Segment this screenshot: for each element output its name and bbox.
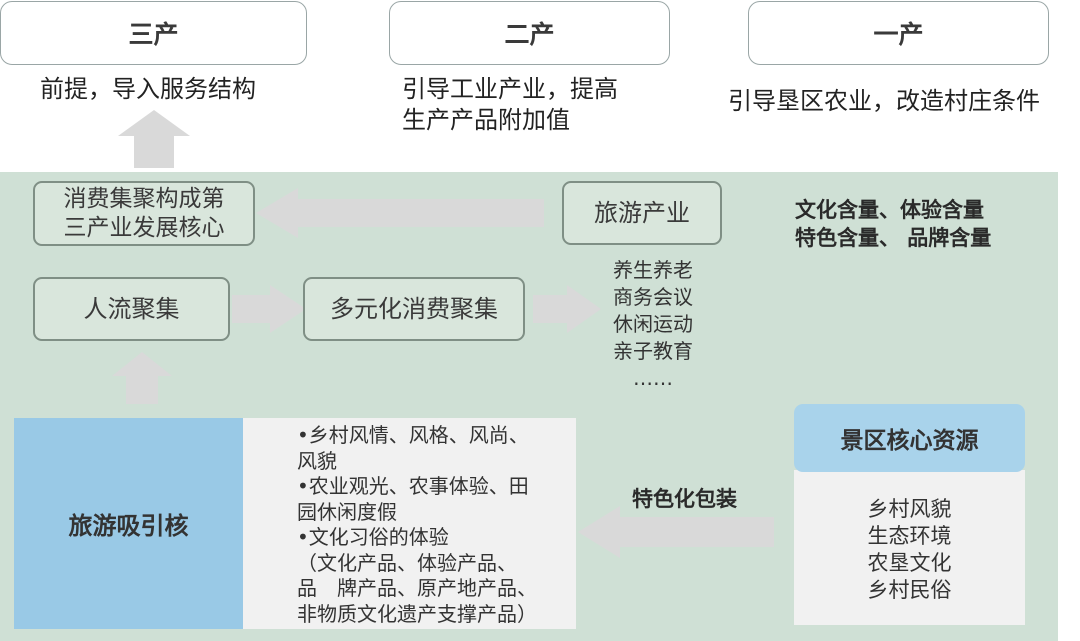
attraction-details-box: •乡村风情、风格、风尚、 风貌 •农业观光、农事体验、田 园休闲度假 •文化习俗… [243,418,576,629]
attraction-core-box: 旅游吸引核 [14,418,243,629]
primary-industry-box: 一产 [748,1,1049,65]
right-arrow-people-to-consumption [232,285,306,333]
diverse-consumption-label: 多元化消费聚集 [330,295,498,323]
tertiary-description: 前提，导入服务结构 [40,75,256,103]
content-note-line2: 特色含量、 品牌含量 [795,226,992,250]
attraction-detail-line: 非物质文化遗产支撑产品） [297,601,537,626]
people-flow-label: 人流聚集 [83,295,180,323]
consumption-core-line2: 三产业发展核心 [63,214,225,241]
attraction-core-title: 旅游吸引核 [68,512,189,540]
primary-description: 引导垦区农业，改造村庄条件 [728,87,1040,115]
content-note: 文化含量、体验含量 特色含量、 品牌含量 [795,196,991,252]
resource-item: 乡村民俗 [867,578,952,602]
activity-item: …… [633,366,673,390]
up-arrow-attraction-to-people [112,352,172,404]
consumption-core-box: 消费集聚构成第 三产业发展核心 [33,181,255,246]
resources-list-box: 乡村风貌 生态环境 农垦文化 乡村民俗 [794,470,1025,625]
diverse-consumption-box: 多元化消费聚集 [303,277,525,341]
activity-item: 亲子教育 [613,339,693,363]
secondary-industry-label: 二产 [504,20,555,49]
secondary-description-line1: 引导工业产业，提高 [402,75,618,103]
left-arrow-resources-to-attraction [578,506,774,558]
right-arrow-consumption-to-activities [533,285,601,333]
activities-list: 养生养老 商务会议 休闲运动 亲子教育 …… [600,257,706,392]
up-arrow-to-tertiary [118,110,190,168]
resource-item: 农垦文化 [867,551,952,575]
attraction-detail-line: 风貌 [297,448,337,473]
attraction-detail-line: •文化习俗的体验 [297,525,449,549]
activity-item: 养生养老 [613,258,693,282]
resource-item: 生态环境 [867,524,952,548]
core-resources-header: 景区核心资源 [794,404,1025,472]
secondary-industry-box: 二产 [389,1,670,65]
activity-item: 商务会议 [613,285,693,309]
attraction-detail-line: 品 牌产品、原产地产品、 [297,576,537,600]
attraction-detail-line: •乡村风情、风格、风尚、 [297,423,529,447]
content-note-line1: 文化含量、体验含量 [795,198,984,222]
consumption-core-line1: 消费集聚构成第 [63,185,225,212]
activity-item: 休闲运动 [613,312,693,336]
secondary-description: 引导工业产业，提高 生产产品附加值 [402,74,618,136]
left-arrow-tourism-to-core [256,188,544,238]
attraction-detail-line: •农业观光、农事体验、田 [297,474,529,498]
tourism-industry-label: 旅游产业 [594,199,690,227]
tertiary-industry-label: 三产 [128,20,179,49]
primary-industry-label: 一产 [873,20,924,49]
people-flow-box: 人流聚集 [33,277,230,341]
core-resources-title: 景区核心资源 [840,428,979,454]
tourism-industry-box: 旅游产业 [562,181,722,245]
secondary-description-line2: 生产产品附加值 [402,106,570,134]
tertiary-industry-box: 三产 [0,1,307,65]
resource-item: 乡村风貌 [867,497,952,521]
attraction-detail-line: 园休闲度假 [297,499,397,524]
attraction-detail-line: （文化产品、体验产品、 [297,550,517,575]
